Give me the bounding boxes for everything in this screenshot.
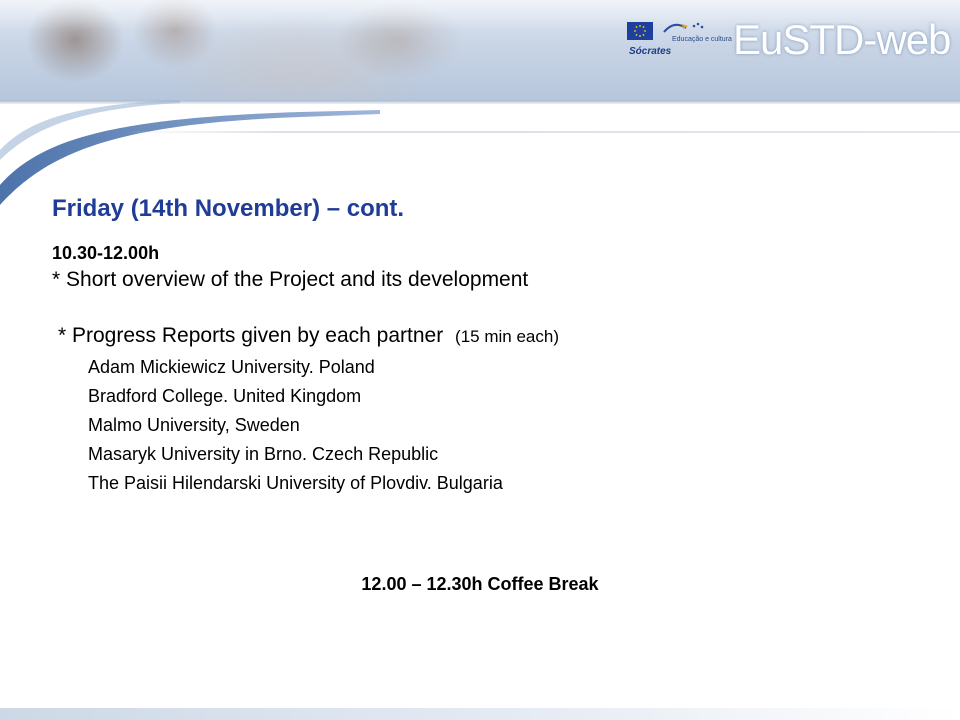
coffee-break: 12.00 – 12.30h Coffee Break	[361, 574, 599, 594]
eu-flag-icon	[627, 22, 653, 40]
reports-duration-note: (15 min each)	[455, 327, 559, 346]
site-title: EuSTD-web	[733, 16, 951, 63]
partner-item: Masaryk University in Brno. Czech Republ…	[88, 444, 439, 464]
slide-heading: Friday (14th November) – cont.	[52, 195, 405, 222]
sub-logo-text: Educação e cultura	[672, 36, 732, 43]
partner-item: Bradford College. United Kingdom	[88, 386, 362, 406]
session-time: 10.30-12.00h	[52, 243, 160, 263]
bottom-band	[0, 708, 960, 720]
slide-content: Friday (14th November) – cont. 10.30-12.…	[52, 194, 912, 498]
bullet-progress-reports-text: * Progress Reports given by each partner	[58, 324, 444, 347]
banner-underline	[0, 100, 960, 104]
bullet-progress-reports: * Progress Reports given by each partner…	[58, 323, 912, 350]
header-banner: Educação e cultura Sócrates EuSTD-web	[0, 0, 960, 100]
partner-item: Adam Mickiewicz University. Poland	[88, 357, 375, 377]
partner-list: Adam Mickiewicz University. Poland Bradf…	[52, 353, 912, 498]
bullet-overview: * Short overview of the Project and its …	[52, 268, 529, 291]
program-name: Sócrates	[629, 46, 672, 57]
top-divider	[125, 131, 960, 133]
partner-item: The Paisii Hilendarski University of Plo…	[88, 473, 503, 493]
partner-item: Malmo University, Sweden	[88, 415, 300, 435]
